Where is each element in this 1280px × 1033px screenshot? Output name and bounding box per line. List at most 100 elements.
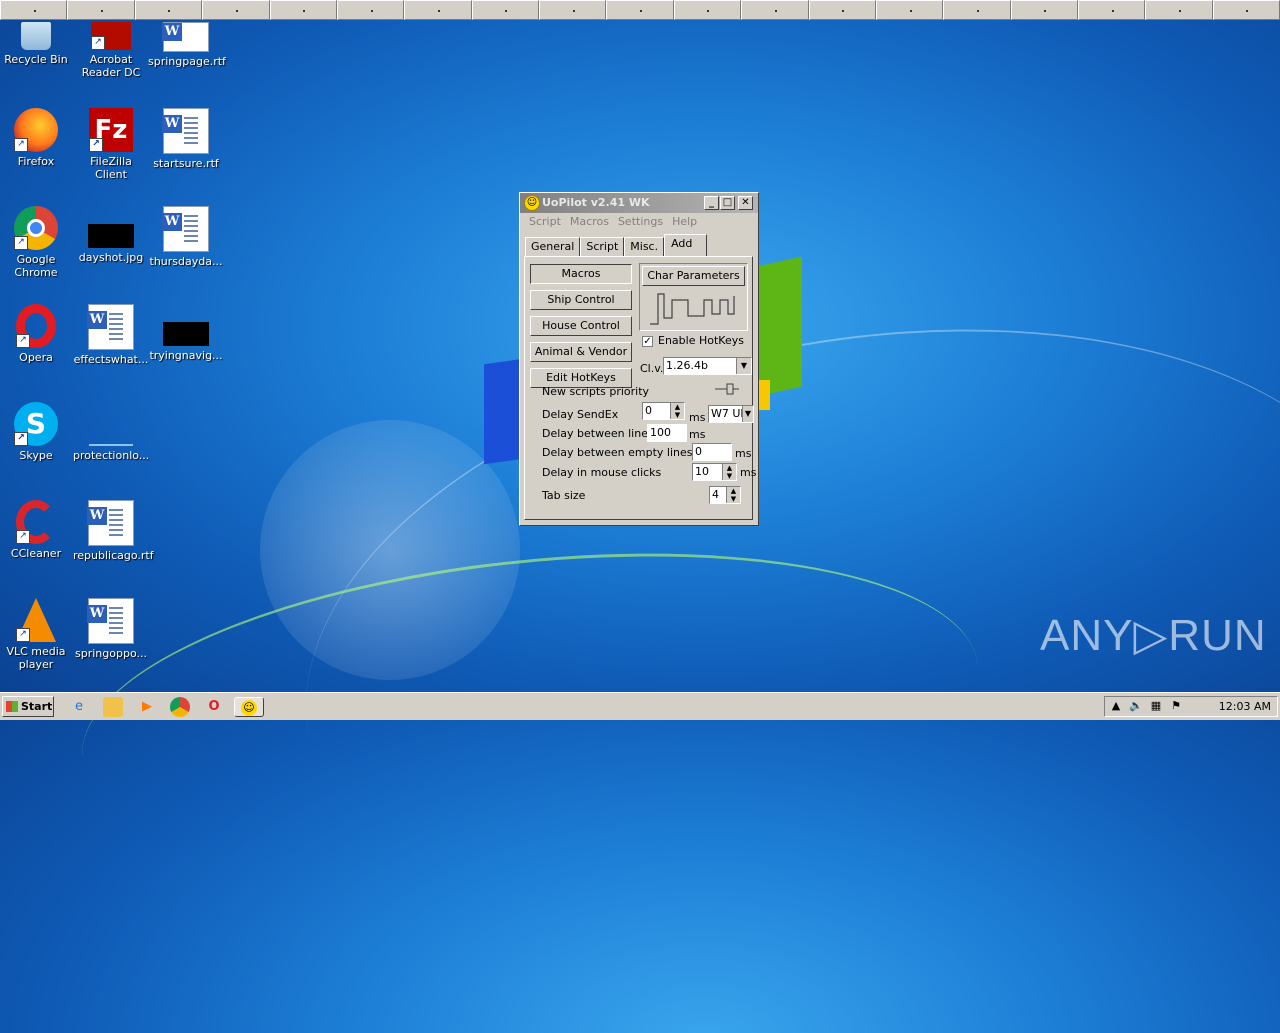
- chevron-down-icon[interactable]: ▼: [742, 406, 753, 422]
- shortcut-arrow-icon: ↗: [14, 432, 28, 446]
- enable-hotkeys-checkbox[interactable]: ✓: [642, 336, 653, 347]
- tab-size-input[interactable]: 4 ▲ ▼: [709, 486, 741, 504]
- action-center-flag-icon[interactable]: ⚑: [1169, 699, 1183, 713]
- desktop-icon-springoppo[interactable]: W springoppo...: [73, 598, 149, 660]
- chevron-down-icon[interactable]: ▼: [736, 358, 751, 374]
- icon-label: springpage.rtf: [148, 55, 226, 68]
- icon-label: CCleaner: [10, 547, 62, 560]
- house-control-button[interactable]: House Control: [530, 316, 632, 336]
- desktop-icon-protectionlo[interactable]: protectionlo...: [73, 402, 149, 462]
- ms-unit-label: ms: [689, 411, 706, 424]
- desktop-icon-chrome[interactable]: ↗ Google Chrome: [0, 206, 74, 279]
- priority-slider[interactable]: [713, 383, 743, 395]
- char-parameters-button[interactable]: Char Parameters: [642, 266, 745, 286]
- desktop-icon-thursdayda[interactable]: W thursdayda...: [148, 206, 224, 268]
- tab-misc[interactable]: Misc.: [624, 237, 665, 256]
- minimized-window[interactable]: [67, 0, 135, 20]
- desktop-icon-firefox[interactable]: ↗ Firefox: [0, 108, 74, 168]
- tab-general[interactable]: General: [525, 237, 581, 256]
- minimized-window[interactable]: [134, 0, 203, 20]
- desktop-icon-opera[interactable]: ↗ Opera: [0, 304, 74, 364]
- internet-explorer-icon[interactable]: e: [69, 697, 89, 717]
- desktop-icon-dayshot[interactable]: dayshot.jpg: [73, 206, 149, 264]
- window-title-bar[interactable]: ☺ UoPilot v2.41 WK _ □ ✕: [520, 193, 758, 213]
- minimized-window[interactable]: [1010, 0, 1078, 20]
- desktop-icon-springpage[interactable]: W springpage.rtf: [148, 22, 226, 68]
- desktop-icon-filezilla[interactable]: Fz ↗ FileZilla Client: [73, 108, 149, 181]
- delay-empty-lines-input[interactable]: 0: [692, 443, 732, 461]
- show-hidden-icons-icon[interactable]: ▲: [1109, 699, 1123, 713]
- system-tray: ▲ 🔈 ▦ ⚑ 12:03 AM: [1104, 696, 1278, 717]
- icon-label: Google Chrome: [14, 253, 58, 279]
- chrome-icon[interactable]: [170, 697, 190, 717]
- desktop-icon-recycle-bin[interactable]: Recycle Bin: [0, 22, 74, 66]
- spin-buttons[interactable]: ▲ ▼: [670, 403, 684, 419]
- desktop-icon-effectswhat[interactable]: W effectswhat...: [73, 304, 149, 366]
- chrome-icon: ↗: [14, 206, 58, 250]
- maximize-button[interactable]: □: [720, 196, 735, 210]
- minimized-window[interactable]: [202, 0, 270, 20]
- minimized-window[interactable]: [875, 0, 944, 20]
- firefox-icon: ↗: [14, 108, 58, 152]
- uopilot-taskbar-button[interactable]: ☺: [234, 697, 264, 717]
- spin-buttons[interactable]: ▲ ▼: [722, 464, 736, 480]
- minimized-window[interactable]: [0, 0, 68, 20]
- desktop-icon-startsure[interactable]: W startsure.rtf: [148, 108, 224, 170]
- minimized-window[interactable]: [269, 0, 337, 20]
- os-select[interactable]: W7 Ult ▼: [708, 405, 754, 423]
- volume-icon[interactable]: 🔈: [1129, 699, 1143, 713]
- menu-help[interactable]: Help: [669, 213, 703, 231]
- minimized-window[interactable]: [1078, 0, 1146, 20]
- minimized-window[interactable]: [1212, 0, 1280, 20]
- shortcut-arrow-icon: ↗: [91, 36, 105, 50]
- spin-buttons[interactable]: ▲ ▼: [726, 487, 740, 503]
- opera-icon[interactable]: O: [204, 697, 224, 717]
- minimized-window[interactable]: [808, 0, 876, 20]
- desktop-icon-tryingnavig[interactable]: tryingnavig...: [148, 304, 224, 362]
- desktop-icon-republicago[interactable]: W republicago.rtf: [73, 500, 154, 562]
- explorer-icon[interactable]: [103, 697, 123, 717]
- client-version-select[interactable]: 1.26.4b ▼: [663, 357, 752, 375]
- minimized-window[interactable]: [404, 0, 472, 20]
- tab-strip: General Script Misc. Add: [525, 234, 708, 256]
- icon-label: Firefox: [17, 155, 55, 168]
- menu-script[interactable]: Script: [526, 213, 567, 231]
- icon-label: VLC media player: [6, 645, 66, 671]
- close-button[interactable]: ✕: [738, 196, 753, 210]
- desktop-icon-acrobat[interactable]: ↗ Acrobat Reader DC: [73, 22, 149, 79]
- ship-control-button[interactable]: Ship Control: [530, 290, 632, 310]
- macros-button[interactable]: Macros: [530, 264, 632, 284]
- minimized-window[interactable]: [673, 0, 742, 20]
- word-document-icon: W: [87, 500, 134, 546]
- delay-mouse-clicks-input[interactable]: 10 ▲ ▼: [692, 463, 737, 481]
- menu-settings[interactable]: Settings: [615, 213, 669, 231]
- minimized-window[interactable]: [539, 0, 607, 20]
- minimized-window[interactable]: [1145, 0, 1213, 20]
- delay-sendex-input[interactable]: 0 ▲ ▼: [642, 402, 685, 420]
- menu-macros[interactable]: Macros: [567, 213, 615, 231]
- minimized-window[interactable]: [336, 0, 405, 20]
- animal-vendor-button[interactable]: Animal & Vendor: [530, 342, 632, 362]
- icon-label: FileZilla Client: [90, 155, 132, 181]
- media-player-icon[interactable]: ▶: [137, 697, 157, 717]
- minimized-window[interactable]: [606, 0, 674, 20]
- minimized-window[interactable]: [471, 0, 539, 20]
- tab-add[interactable]: Add: [664, 234, 708, 256]
- desktop-icon-vlc[interactable]: ↗ VLC media player: [0, 598, 74, 671]
- new-scripts-priority-label: New scripts priority: [542, 385, 650, 398]
- desktop-icon-skype[interactable]: S ↗ Skype: [0, 402, 74, 462]
- clock[interactable]: 12:03 AM: [1219, 697, 1271, 716]
- network-icon[interactable]: ▦: [1149, 699, 1163, 713]
- icon-label: Opera: [19, 351, 53, 364]
- shortcut-arrow-icon: ↗: [16, 628, 30, 642]
- minimized-window[interactable]: [741, 0, 809, 20]
- start-button[interactable]: Start: [2, 696, 54, 717]
- delay-lines-input[interactable]: 100: [647, 424, 687, 442]
- minimize-button[interactable]: _: [704, 196, 719, 210]
- tab-script[interactable]: Script: [580, 237, 625, 256]
- desktop-icon-ccleaner[interactable]: ↗ CCleaner: [0, 500, 74, 560]
- minimized-window[interactable]: [943, 0, 1011, 20]
- uopilot-window: ☺ UoPilot v2.41 WK _ □ ✕ Script Macros S…: [519, 192, 759, 526]
- filezilla-icon: Fz ↗: [89, 108, 133, 152]
- watermark: ANY▷RUN: [1040, 611, 1267, 660]
